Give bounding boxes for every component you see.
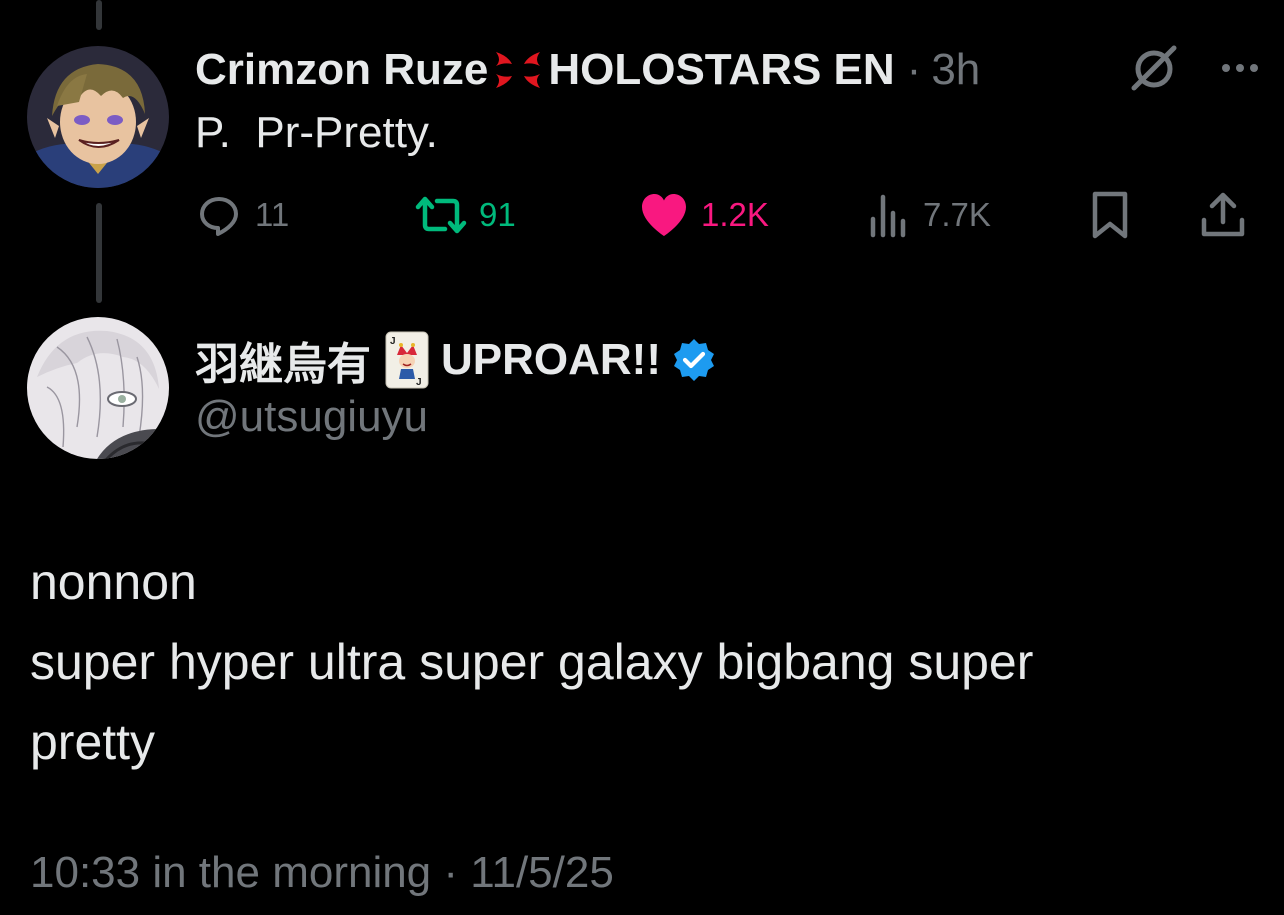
views-button[interactable]: 7.7K (867, 188, 991, 242)
meta-separator: · (443, 848, 459, 897)
reply-icon (200, 197, 238, 236)
reply-tweet-header: Crimzon Ruze HOLOSTARS EN · 3h (195, 40, 980, 100)
tweet-line: super hyper ultra super galaxy bigbang s… (30, 634, 1034, 690)
joker-card-emoji: J J (385, 331, 429, 389)
affiliation: HOLOSTARS EN (548, 45, 895, 94)
like-button[interactable]: 1.2K (639, 188, 769, 242)
display-name-jp: 羽継烏有 (195, 340, 371, 389)
grok-icon[interactable] (1128, 42, 1180, 94)
main-tweet-name[interactable]: 羽継烏有 J J UPROAR!! (195, 330, 717, 390)
avatar-crimzon[interactable] (27, 46, 169, 188)
reply-button[interactable]: 11 (195, 188, 289, 242)
retweet-button[interactable]: 91 (415, 188, 516, 242)
share-button[interactable] (1200, 188, 1246, 242)
verified-badge-icon[interactable] (671, 337, 717, 383)
like-count: 1.2K (701, 196, 769, 233)
heart-icon (642, 194, 686, 236)
avatar-utsugiuyu[interactable] (27, 317, 169, 459)
tweet-top-icons (1128, 42, 1266, 94)
name-suffix: UPROAR!! (441, 335, 661, 384)
bookmark-icon (1092, 191, 1128, 239)
bookmark-button[interactable] (1090, 188, 1130, 242)
tweet-timestamp[interactable]: 10:33 in the morning · 11/5/25 (30, 848, 614, 898)
reply-count: 11 (255, 196, 290, 233)
thread-line-bottom (96, 203, 102, 303)
timestamp[interactable]: 3h (931, 45, 980, 95)
views-icon (870, 194, 906, 238)
tweet-date: 11/5/25 (470, 848, 614, 897)
svg-text:J: J (416, 377, 422, 388)
svg-text:J: J (390, 336, 396, 347)
reply-tweet-text: P. Pr-Pretty. (195, 108, 438, 157)
meta-separator: · (906, 45, 922, 94)
retweet-icon (415, 196, 467, 234)
view-count: 7.7K (923, 196, 991, 233)
main-tweet-text: nonnon super hyper ultra super galaxy bi… (30, 542, 1250, 782)
tweet-line: pretty (30, 714, 156, 770)
retweet-count: 91 (479, 196, 516, 233)
tweet-time: 10:33 in the morning (30, 848, 432, 897)
anger-symbol-emoji (490, 42, 546, 98)
share-icon (1201, 192, 1245, 237)
thread-line-top (96, 0, 102, 30)
tweet-line: nonnon (30, 554, 197, 610)
user-handle[interactable]: @utsugiuyu (195, 392, 428, 442)
more-icon[interactable] (1214, 42, 1266, 94)
display-name[interactable]: Crimzon Ruze (195, 45, 488, 95)
